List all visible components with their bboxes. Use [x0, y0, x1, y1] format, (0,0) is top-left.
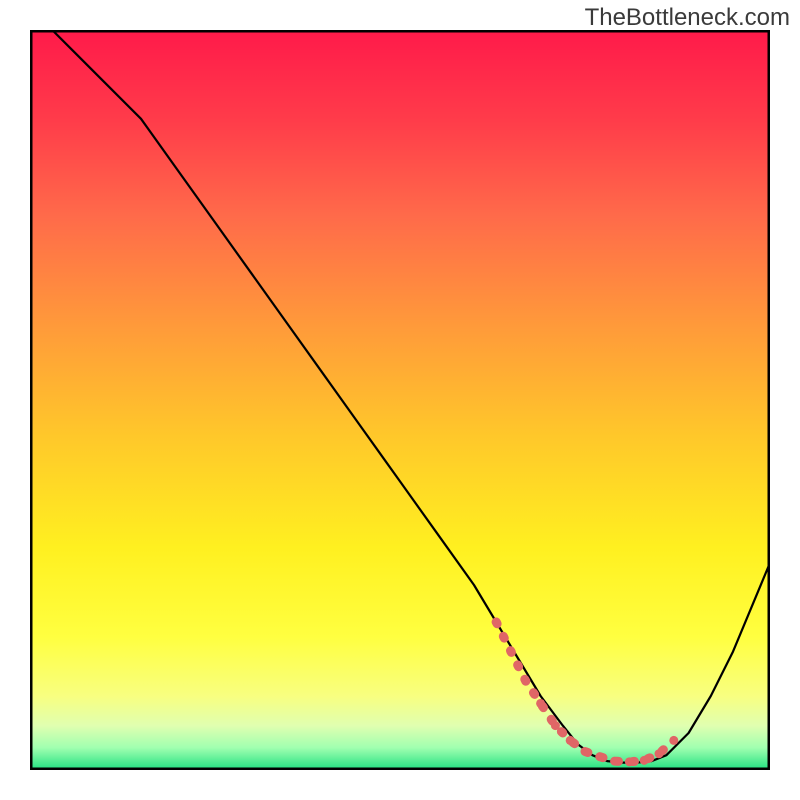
main-curve — [52, 30, 770, 763]
watermark-text: TheBottleneck.com — [585, 4, 790, 32]
chart-container: TheBottleneck.com — [0, 0, 800, 800]
curve-layer — [30, 30, 770, 770]
trough-markers — [492, 618, 679, 767]
plot-area — [30, 30, 770, 770]
